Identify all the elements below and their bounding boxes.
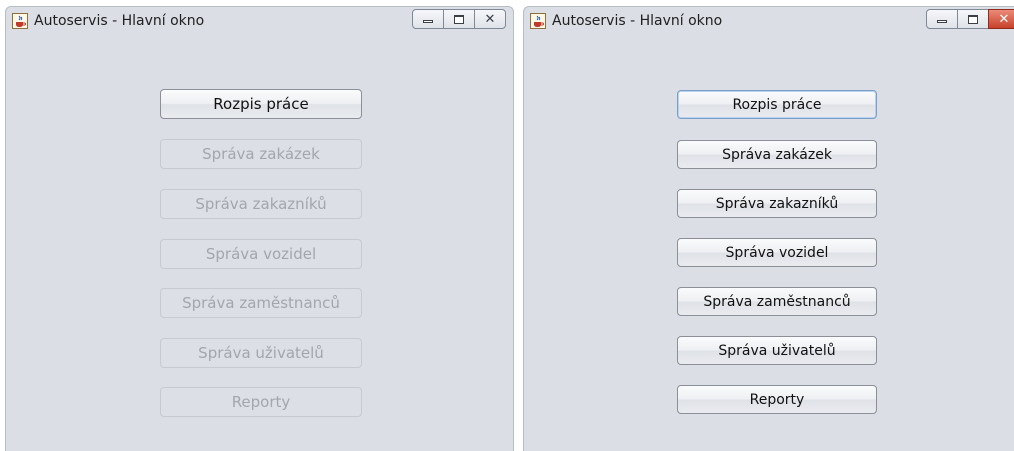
maximize-icon: [968, 14, 978, 24]
sprava-zamestnancu-button[interactable]: Správa zaměstnanců: [160, 288, 362, 318]
sprava-vozidel-button[interactable]: Správa vozidel: [160, 239, 362, 269]
sprava-uzivatelu-button[interactable]: Správa uživatelů: [160, 338, 362, 368]
sprava-uzivatelu-button[interactable]: Správa uživatelů: [677, 336, 877, 365]
sprava-zakazniku-button[interactable]: Správa zakazníků: [160, 189, 362, 219]
close-button[interactable]: ✕: [474, 9, 506, 29]
maximize-button[interactable]: [443, 9, 475, 29]
rozpis-prace-button[interactable]: Rozpis práce: [677, 90, 877, 119]
reporty-button[interactable]: Reporty: [160, 387, 362, 417]
window-controls: ✕: [926, 9, 1014, 29]
java-cup-icon: [12, 13, 28, 29]
sprava-zakazniku-button[interactable]: Správa zakazníků: [677, 189, 877, 218]
maximize-button[interactable]: [957, 9, 989, 29]
minimize-icon: [937, 20, 947, 23]
sprava-zamestnancu-button[interactable]: Správa zaměstnanců: [677, 287, 877, 316]
close-button[interactable]: ✕: [988, 9, 1014, 29]
window-controls: ✕: [412, 9, 506, 29]
minimize-button[interactable]: [926, 9, 958, 29]
close-icon: ✕: [998, 11, 1010, 27]
minimize-icon: [423, 20, 433, 23]
close-icon: ✕: [484, 11, 496, 27]
window-title: Autoservis - Hlavní okno: [34, 13, 205, 29]
title-bar[interactable]: Autoservis - Hlavní okno ✕: [6, 7, 513, 35]
maximize-icon: [454, 14, 464, 24]
sprava-vozidel-button[interactable]: Správa vozidel: [677, 238, 877, 267]
sprava-zakazek-button[interactable]: Správa zakázek: [677, 140, 877, 169]
window-title: Autoservis - Hlavní okno: [552, 13, 723, 29]
main-window-right: Autoservis - Hlavní okno ✕ Rozpis práce …: [523, 6, 1014, 451]
reporty-button[interactable]: Reporty: [677, 385, 877, 414]
sprava-zakazek-button[interactable]: Správa zakázek: [160, 139, 362, 169]
title-bar[interactable]: Autoservis - Hlavní okno ✕: [524, 7, 1014, 35]
minimize-button[interactable]: [412, 9, 444, 29]
java-cup-icon: [530, 13, 546, 29]
main-window-left: Autoservis - Hlavní okno ✕ Rozpis práce …: [5, 6, 514, 451]
rozpis-prace-button[interactable]: Rozpis práce: [160, 89, 362, 119]
